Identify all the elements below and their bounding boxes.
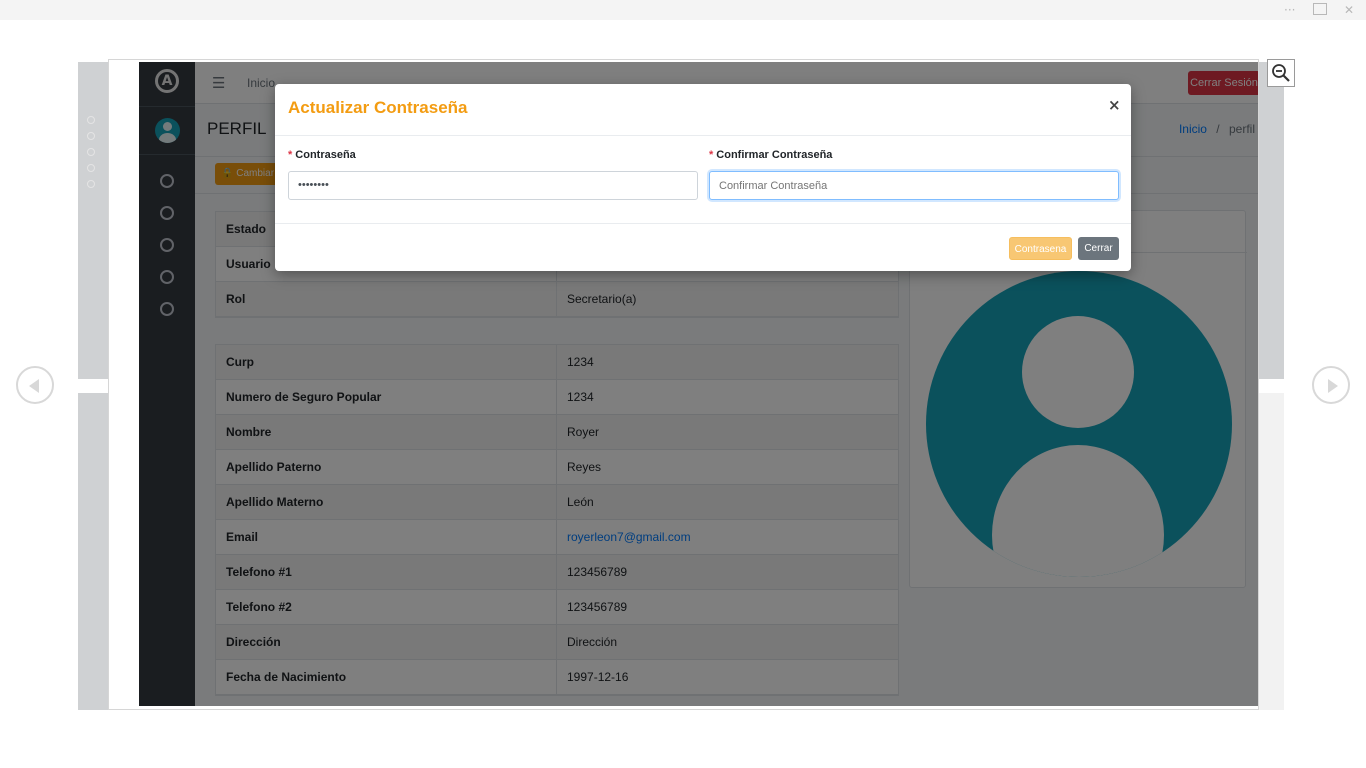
update-password-modal: Actualizar Contraseña × * Contraseña ••••… (275, 84, 1131, 271)
close-button[interactable]: Cerrar (1078, 237, 1119, 260)
required-mark: * (288, 149, 293, 161)
password-label-text: Contraseña (295, 149, 356, 161)
password-field[interactable]: •••••••• (288, 171, 698, 200)
password-label: * Contraseña (288, 149, 356, 161)
close-icon[interactable]: × (1108, 96, 1121, 114)
thumb-dot (87, 148, 95, 156)
zoom-out-button[interactable] (1267, 59, 1295, 87)
screenshot-frame: A ☰ Inicio Cerrar Sesión PERFIL Inicio /… (108, 59, 1259, 710)
viewer-close-icon[interactable]: ✕ (1344, 2, 1354, 18)
viewer-topbar: ··· ✕ (0, 0, 1366, 20)
app: A ☰ Inicio Cerrar Sesión PERFIL Inicio /… (139, 62, 1258, 706)
thumb-dot (87, 164, 95, 172)
thumb-dot (87, 132, 95, 140)
more-icon[interactable]: ··· (1284, 2, 1295, 18)
modal-title: Actualizar Contraseña (288, 98, 468, 117)
required-mark: * (709, 149, 714, 161)
thumb-dot (87, 116, 95, 124)
thumbnail-right-bottom[interactable] (1258, 393, 1284, 710)
fullscreen-icon[interactable] (1313, 3, 1327, 15)
thumb-dot (87, 180, 95, 188)
thumbnail-right[interactable] (1258, 62, 1284, 379)
thumbnail-top[interactable] (78, 62, 108, 379)
chevron-right-icon[interactable] (1312, 366, 1350, 404)
confirm-label-text: Confirmar Contraseña (716, 149, 833, 161)
divider (275, 223, 1131, 224)
save-password-button[interactable]: Contrasena (1009, 237, 1072, 260)
divider (275, 135, 1131, 136)
thumbnail-bottom[interactable] (78, 393, 108, 710)
confirm-password-label: * Confirmar Contraseña (709, 149, 832, 161)
zoom-out-icon (1272, 64, 1290, 82)
confirm-password-field[interactable] (709, 171, 1119, 200)
chevron-left-icon[interactable] (16, 366, 54, 404)
